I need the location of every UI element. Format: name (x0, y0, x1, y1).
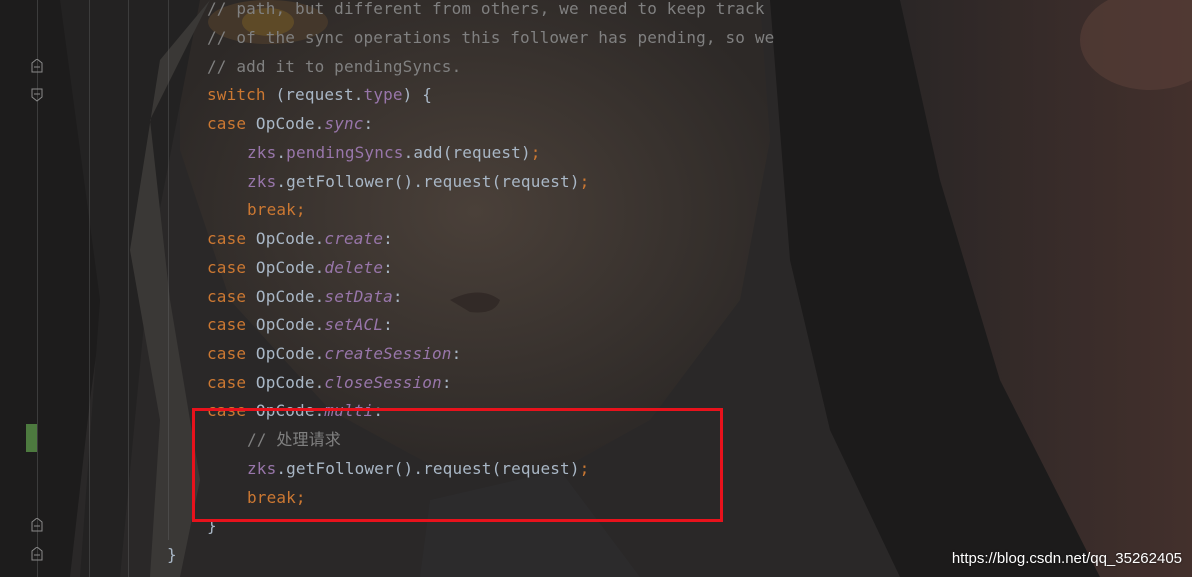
code-editor[interactable]: // path, but different from others, we n… (0, 0, 1192, 577)
code-line[interactable]: case OpCode.setData: (207, 282, 403, 311)
code-token-const: delete (324, 258, 384, 277)
code-token-const: create (324, 229, 384, 248)
code-token-field: type (363, 85, 403, 104)
code-token-plain: : (363, 114, 374, 133)
code-token-plain: OpCode. (246, 114, 325, 133)
code-line[interactable]: zks.pendingSyncs.add(request); (247, 138, 541, 167)
code-token-plain: : (383, 258, 393, 277)
code-token-keyword: case (207, 287, 247, 306)
code-token-field: zks (247, 143, 277, 162)
code-token-keyword: case (207, 373, 247, 392)
code-token-plain: : (383, 229, 393, 248)
code-token-plain: : (383, 315, 393, 334)
code-token-comment: // of the sync operations this follower … (207, 28, 775, 47)
code-line[interactable]: case OpCode.setACL: (207, 310, 393, 339)
code-line[interactable]: switch (request.type) { (207, 80, 432, 109)
code-token-comment: // add it to pendingSyncs. (207, 57, 462, 76)
code-token-keyword: case (207, 114, 247, 133)
code-token-const: setData (324, 287, 393, 306)
code-token-plain: . (276, 143, 287, 162)
code-line[interactable]: case OpCode.closeSession: (207, 368, 452, 397)
code-line[interactable]: // of the sync operations this follower … (207, 23, 774, 52)
code-token-const: sync (324, 114, 364, 133)
code-line[interactable]: // add it to pendingSyncs. (207, 52, 461, 81)
code-token-plain: (request. (265, 85, 364, 104)
code-token-keyword: switch (207, 85, 266, 104)
code-token-plain: OpCode. (246, 287, 325, 306)
code-token-plain: : (392, 287, 403, 306)
code-token-plain: .getFollower().request(request) (276, 172, 580, 191)
code-token-const: createSession (324, 344, 452, 363)
code-token-field: zks (247, 172, 277, 191)
code-token-const: closeSession (324, 373, 442, 392)
code-line[interactable]: break; (247, 195, 306, 224)
code-token-plain: : (441, 373, 452, 392)
code-token-field: pendingSyncs (286, 143, 404, 162)
code-line[interactable]: case OpCode.createSession: (207, 339, 461, 368)
code-line[interactable]: case OpCode.delete: (207, 253, 393, 282)
watermark-url: https://blog.csdn.net/qq_35262405 (951, 550, 1182, 567)
code-token-punct: ; (530, 143, 541, 162)
code-token-plain: } (167, 545, 177, 564)
code-token-comment: // path, but different from others, we n… (207, 0, 765, 18)
code-token-keyword: case (207, 344, 247, 363)
code-token-keyword: case (207, 258, 247, 277)
code-line[interactable]: case OpCode.sync: (207, 109, 373, 138)
code-line[interactable]: case OpCode.create: (207, 224, 393, 253)
code-line[interactable]: } (167, 540, 177, 569)
code-token-const: setACL (324, 315, 384, 334)
code-line[interactable]: // path, but different from others, we n… (207, 0, 765, 23)
code-token-plain: : (451, 344, 462, 363)
code-token-plain: OpCode. (246, 344, 325, 363)
code-token-plain: .add(request) (403, 143, 531, 162)
highlight-annotation-box (192, 408, 723, 522)
code-token-keyword: case (207, 315, 247, 334)
code-token-plain: OpCode. (246, 373, 325, 392)
code-line[interactable]: zks.getFollower().request(request); (247, 167, 589, 196)
code-token-keyword: break; (247, 200, 306, 219)
code-token-plain: ) { (402, 85, 433, 104)
code-token-plain: OpCode. (246, 229, 325, 248)
code-token-keyword: case (207, 229, 247, 248)
code-token-plain: OpCode. (246, 315, 325, 334)
code-token-punct: ; (579, 172, 590, 191)
code-token-plain: OpCode. (246, 258, 325, 277)
